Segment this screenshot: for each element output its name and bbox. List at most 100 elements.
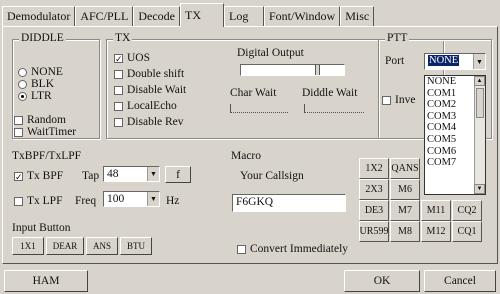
checkbox-checked-icon: [114, 53, 123, 63]
dropdown-scrollbar[interactable]: ▲ ▼: [474, 76, 485, 194]
input-button-dear[interactable]: DEAR: [46, 237, 84, 255]
diddle-none-label: NONE: [31, 66, 63, 78]
port-dropdown-list: NONE COM1 COM2 COM3 COM4 COM5 COM6 COM7 …: [424, 75, 486, 195]
callsign-label: Your Callsign: [240, 170, 304, 182]
tx-bpf-label: Tx BPF: [27, 170, 64, 182]
uos-checkbox[interactable]: UOS: [114, 52, 150, 64]
macro-title: Macro: [231, 150, 262, 162]
checkbox-icon: [237, 244, 246, 254]
ptt-title: PTT: [385, 32, 410, 44]
invert-checkbox[interactable]: Inve: [382, 94, 415, 106]
input-button-1x1[interactable]: 1X1: [12, 237, 44, 255]
disable-rev-label: Disable Rev: [127, 116, 184, 128]
checkbox-icon: [14, 196, 23, 206]
diddle-none-radio[interactable]: NONE: [18, 66, 63, 78]
radio-icon: [18, 79, 27, 89]
diddle-title: DIDDLE: [19, 32, 66, 44]
tx-bpf-checkbox[interactable]: Tx BPF: [14, 170, 63, 182]
tab-tx[interactable]: TX: [180, 3, 224, 27]
diddle-blk-label: BLK: [31, 78, 54, 90]
tab-afc-pll[interactable]: AFC/PLL: [75, 6, 134, 26]
double-shift-label: Double shift: [127, 68, 185, 80]
checkbox-icon: [114, 101, 123, 111]
checkbox-icon: [114, 85, 123, 95]
disable-rev-checkbox[interactable]: Disable Rev: [114, 116, 184, 128]
macro-cell[interactable]: 2X3: [359, 179, 389, 200]
input-button-title: Input Button: [12, 222, 71, 234]
char-wait-slider[interactable]: [230, 104, 288, 113]
tap-label: Tap: [82, 170, 100, 182]
double-shift-checkbox[interactable]: Double shift: [114, 68, 184, 80]
settings-window: Demodulator AFC/PLL Decode TX Log Font/W…: [0, 0, 500, 294]
input-button-ans[interactable]: ANS: [86, 237, 118, 255]
tx-lpf-label: Tx LPF: [27, 195, 63, 207]
char-wait-label: Char Wait: [230, 87, 277, 99]
tab-bar: Demodulator AFC/PLL Decode TX Log Font/W…: [2, 3, 375, 27]
checkbox-icon: [114, 69, 123, 79]
diddle-ltr-radio[interactable]: LTR: [18, 90, 52, 102]
checkbox-icon: [14, 127, 23, 137]
digital-output-slider[interactable]: [240, 64, 345, 76]
uos-label: UOS: [127, 52, 151, 64]
macro-cell[interactable]: M6: [390, 179, 420, 200]
tap-combobox[interactable]: 48 ▼: [103, 166, 160, 182]
chevron-down-icon[interactable]: ▼: [147, 167, 159, 181]
tab-log[interactable]: Log: [224, 6, 264, 26]
checkbox-checked-icon: [14, 171, 23, 181]
macro-cell[interactable]: CQ2: [452, 200, 482, 221]
invert-label: Inve: [395, 94, 416, 106]
diddle-blk-radio[interactable]: BLK: [18, 78, 54, 90]
callsign-input[interactable]: F6GKQ: [232, 194, 346, 212]
macro-cell[interactable]: QANS: [390, 158, 420, 179]
convert-immediately-checkbox[interactable]: Convert Immediately: [237, 243, 348, 255]
checkbox-icon: [114, 117, 123, 127]
tx-lpf-checkbox[interactable]: Tx LPF: [14, 195, 62, 207]
localecho-checkbox[interactable]: LocalEcho: [114, 100, 177, 112]
macro-cell[interactable]: M8: [390, 221, 420, 242]
macro-cell[interactable]: DE3: [359, 200, 389, 221]
macro-cell[interactable]: M12: [421, 221, 451, 242]
random-label: Random: [27, 114, 66, 126]
disable-wait-checkbox[interactable]: Disable Wait: [114, 84, 186, 96]
ham-button[interactable]: HAM: [4, 270, 88, 292]
slider-thumb[interactable]: [315, 65, 320, 75]
chevron-down-icon[interactable]: ▼: [473, 54, 485, 69]
ok-button[interactable]: OK: [344, 270, 420, 292]
scroll-up-icon[interactable]: ▲: [474, 76, 485, 86]
port-combobox[interactable]: NONE ▼: [424, 53, 486, 70]
diddle-wait-label: Diddle Wait: [302, 87, 358, 99]
checkbox-icon: [382, 95, 391, 105]
macro-cell[interactable]: 1X2: [359, 158, 389, 179]
macro-cell[interactable]: M7: [390, 200, 420, 221]
filter-f-button[interactable]: f: [165, 166, 191, 183]
scroll-thumb[interactable]: [476, 88, 484, 118]
chevron-down-icon[interactable]: ▼: [147, 192, 159, 206]
disable-wait-label: Disable Wait: [127, 84, 187, 96]
tab-decode[interactable]: Decode: [133, 6, 180, 26]
freq-combobox[interactable]: 100 ▼: [103, 191, 160, 207]
checkbox-icon: [14, 115, 23, 125]
macro-cell[interactable]: M11: [421, 200, 451, 221]
macro-cell[interactable]: CQ1: [452, 221, 482, 242]
waittimer-checkbox[interactable]: WaitTimer: [14, 126, 76, 138]
scroll-down-icon[interactable]: ▼: [474, 184, 485, 194]
macro-cell[interactable]: UR599: [359, 221, 389, 242]
freq-label: Freq: [75, 195, 97, 207]
port-selected-value: NONE: [428, 55, 460, 66]
freq-value: 100: [107, 193, 125, 205]
random-checkbox[interactable]: Random: [14, 114, 66, 126]
input-button-btu[interactable]: BTU: [120, 237, 152, 255]
convert-immediately-label: Convert Immediately: [250, 243, 349, 255]
cancel-button[interactable]: Cancel: [424, 270, 496, 292]
tab-demodulator[interactable]: Demodulator: [2, 6, 76, 26]
diddle-wait-slider[interactable]: [304, 104, 364, 113]
tab-misc[interactable]: Misc: [340, 6, 375, 26]
digital-output-label: Digital Output: [237, 47, 304, 59]
waittimer-label: WaitTimer: [27, 126, 77, 138]
tap-value: 48: [107, 168, 119, 180]
hz-label: Hz: [166, 195, 180, 207]
localecho-label: LocalEcho: [127, 100, 177, 112]
diddle-ltr-label: LTR: [31, 90, 52, 102]
tx-title: TX: [113, 32, 133, 44]
tab-font-window[interactable]: Font/Window: [264, 6, 341, 26]
